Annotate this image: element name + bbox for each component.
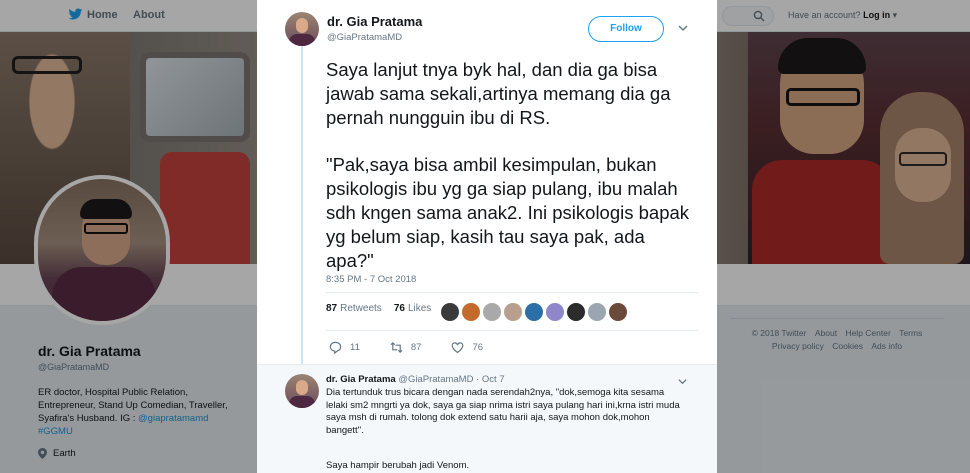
tweet-paragraph: "Pak,saya bisa ambil kesimpulan, bukan p… xyxy=(326,154,690,271)
tweet-actions: 11 87 76 xyxy=(329,341,513,354)
avatar-face xyxy=(296,380,308,395)
reply-date[interactable]: · Oct 7 xyxy=(476,374,505,385)
likes-label[interactable]: Likes xyxy=(408,303,431,314)
liker-avatar[interactable] xyxy=(504,303,522,321)
reply-author-handle[interactable]: @GiaPratamaMD xyxy=(398,374,473,385)
liker-avatar[interactable] xyxy=(567,303,585,321)
reply-count: 11 xyxy=(350,342,360,353)
heart-icon xyxy=(452,342,464,354)
liker-avatar[interactable] xyxy=(546,303,564,321)
tweet-author-handle[interactable]: @GiaPratamaMD xyxy=(327,32,402,43)
liker-avatar[interactable] xyxy=(441,303,459,321)
follow-button[interactable]: Follow xyxy=(588,16,664,42)
tweet-stats: 87 Retweets 76 Likes xyxy=(326,303,431,314)
reply-text-line2: Saya hampir berubah jadi Venom. xyxy=(326,460,470,471)
avatar-face xyxy=(296,18,308,33)
liker-avatar[interactable] xyxy=(462,303,480,321)
like-button[interactable]: 76 xyxy=(451,341,483,354)
chevron-down-icon[interactable] xyxy=(678,23,688,33)
tweet-paragraph: Saya lanjut tnya byk hal, dan dia ga bis… xyxy=(326,59,671,128)
liker-avatar[interactable] xyxy=(609,303,627,321)
retweets-label[interactable]: Retweets xyxy=(340,303,382,314)
liker-avatars xyxy=(441,303,630,321)
retweet-button[interactable]: 87 xyxy=(390,341,422,354)
tweet-text: Saya lanjut tnya byk hal, dan dia ga bis… xyxy=(326,58,696,296)
liker-avatar[interactable] xyxy=(483,303,501,321)
reply-text: Dia tertunduk trus bicara dengan nada se… xyxy=(326,387,680,436)
reply-button[interactable]: 11 xyxy=(329,341,360,354)
likes-count[interactable]: 76 xyxy=(394,303,405,314)
like-count: 76 xyxy=(472,342,484,353)
chevron-down-icon[interactable] xyxy=(678,377,687,386)
reply-header: dr. Gia Pratama @GiaPratamaMD · Oct 7 xyxy=(326,374,505,385)
avatar-shirt xyxy=(289,34,315,46)
divider xyxy=(326,292,698,293)
reply-author-name[interactable]: dr. Gia Pratama xyxy=(326,374,396,385)
retweet-icon xyxy=(390,342,403,353)
reply-tweet[interactable]: dr. Gia Pratama @GiaPratamaMD · Oct 7 Di… xyxy=(257,364,717,473)
reply-author-avatar[interactable] xyxy=(285,374,319,408)
tweet-timestamp[interactable]: 8:35 PM - 7 Oct 2018 xyxy=(326,274,416,285)
tweet-author-avatar[interactable] xyxy=(285,12,319,46)
tweet-modal: dr. Gia Pratama @GiaPratamaMD Follow Say… xyxy=(257,0,717,473)
liker-avatar[interactable] xyxy=(525,303,543,321)
reply-icon xyxy=(329,341,342,354)
liker-avatar[interactable] xyxy=(588,303,606,321)
tweet-author-name[interactable]: dr. Gia Pratama xyxy=(327,14,422,29)
divider xyxy=(326,330,698,331)
thread-line xyxy=(301,46,303,368)
avatar-shirt xyxy=(289,396,315,408)
retweets-count[interactable]: 87 xyxy=(326,303,337,314)
retweet-count: 87 xyxy=(410,342,422,353)
